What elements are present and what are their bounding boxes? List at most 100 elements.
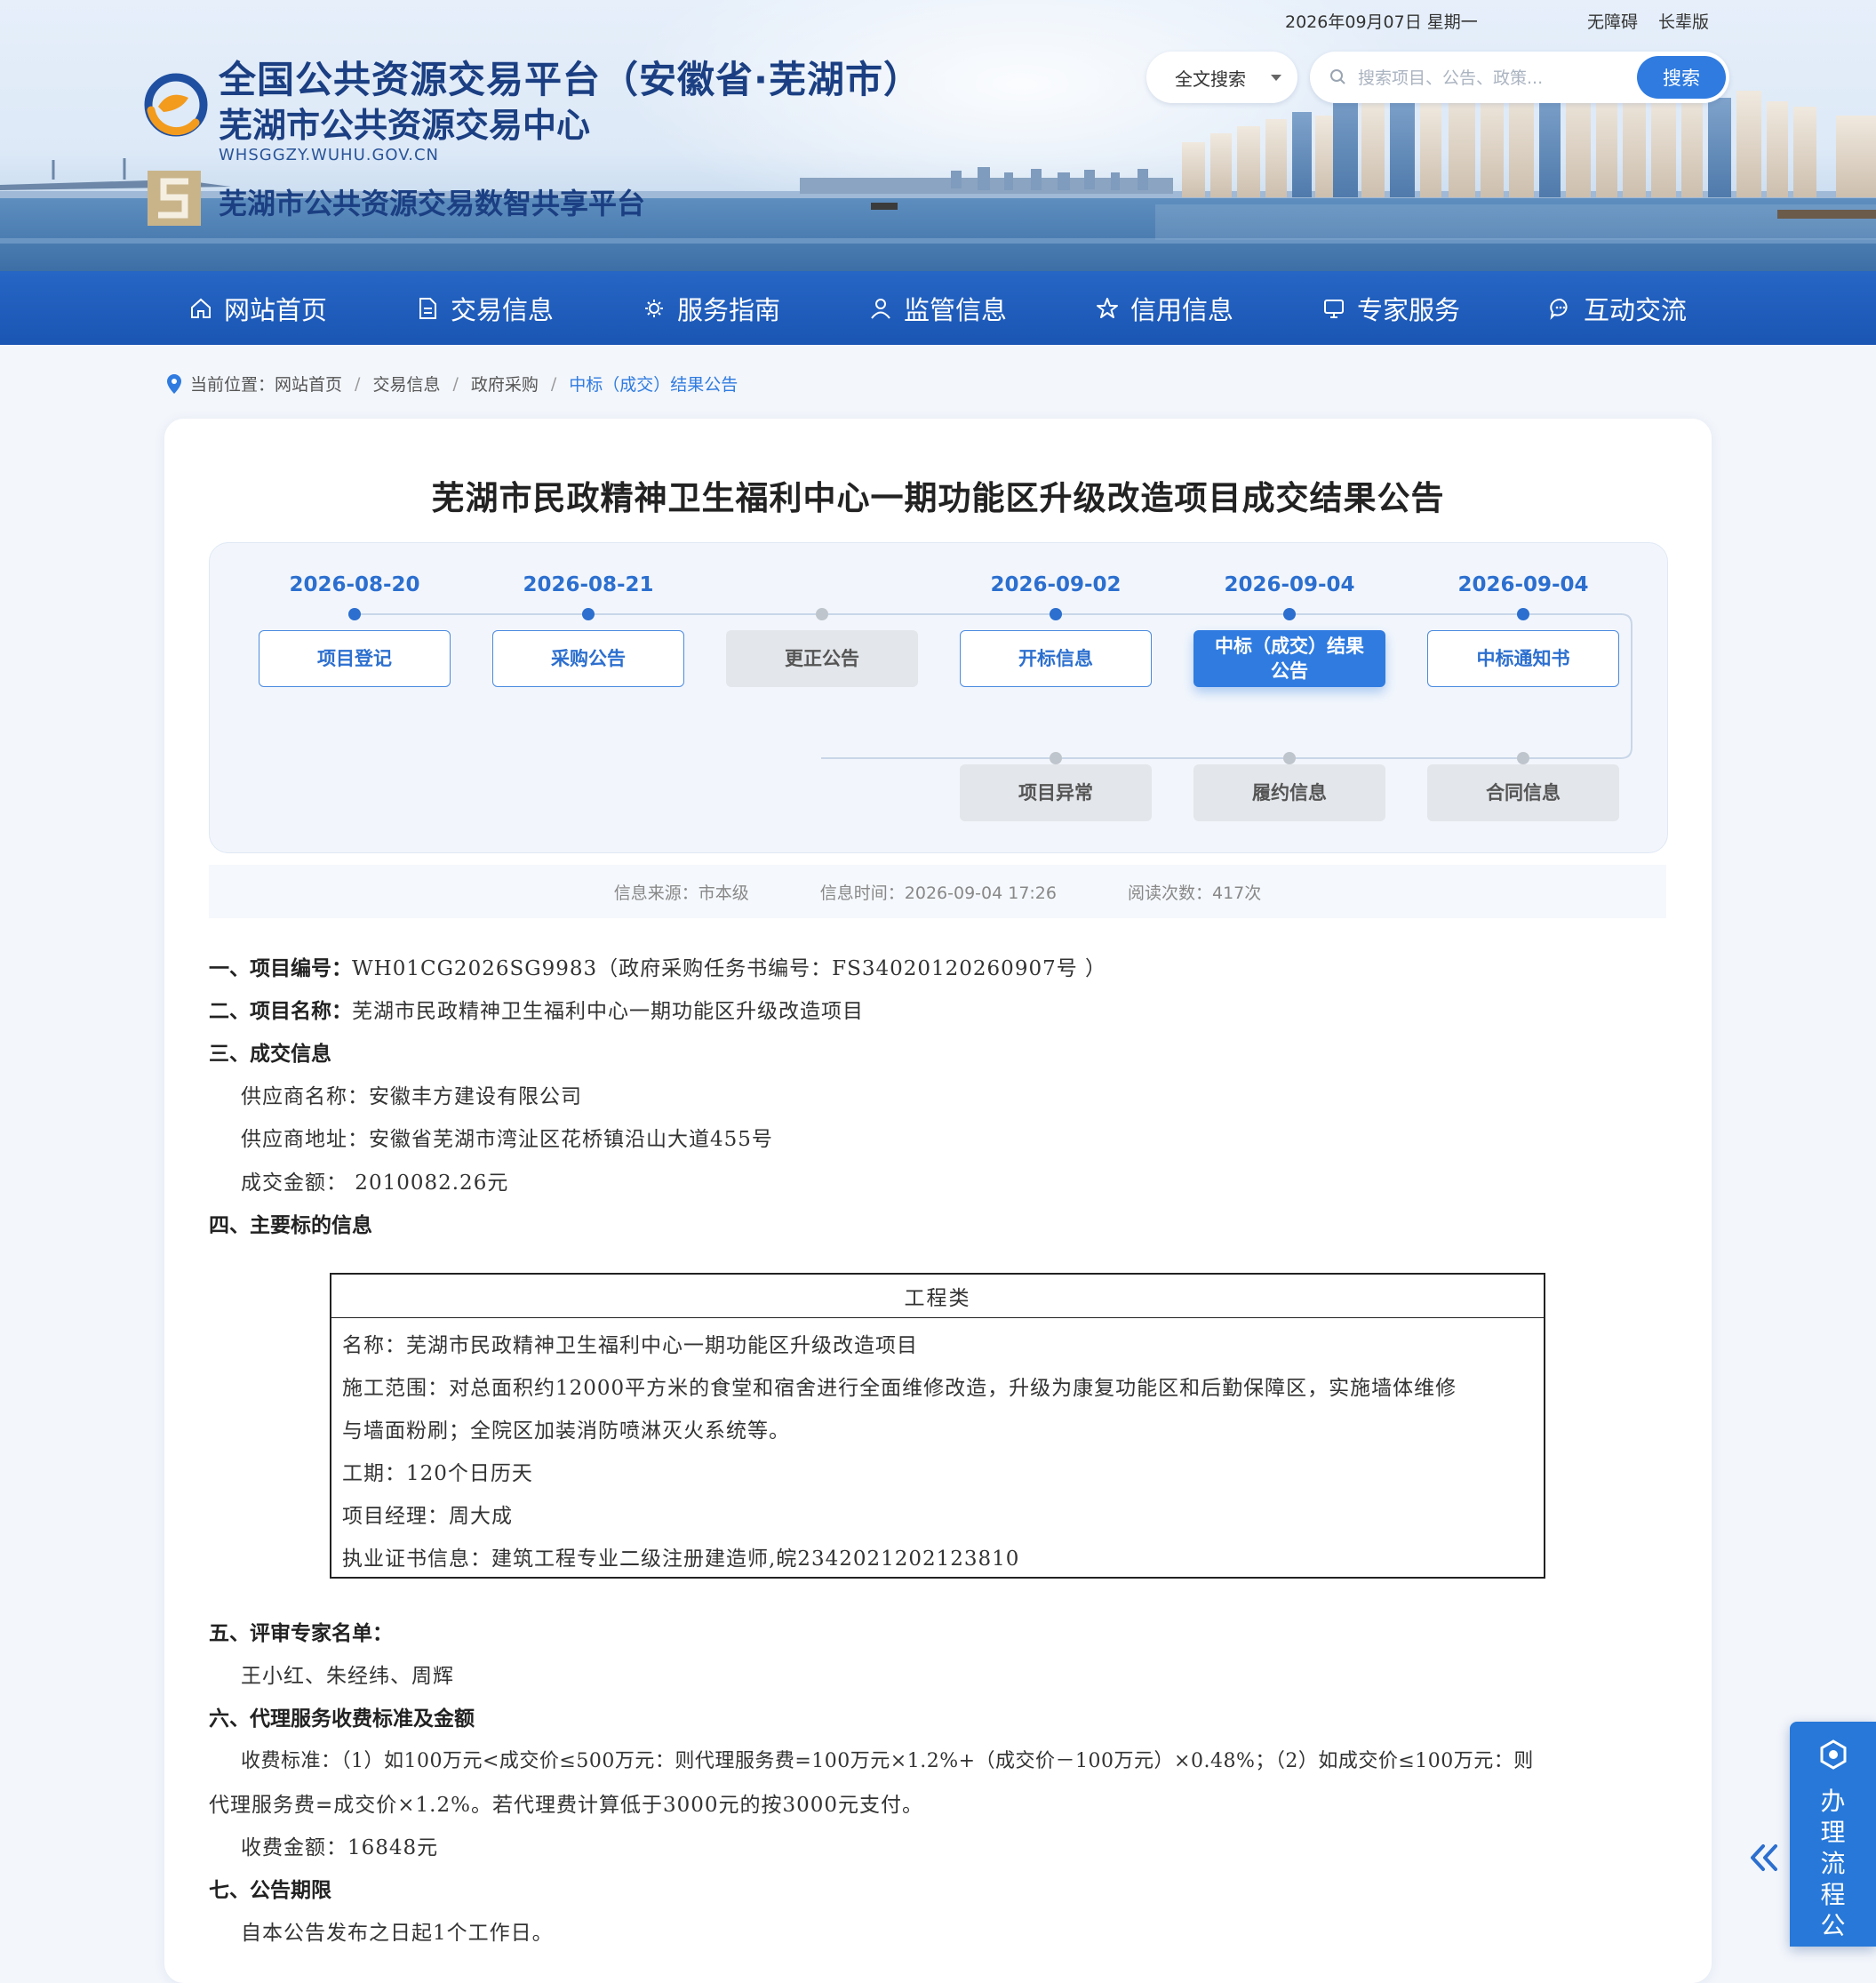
step-bid-opening[interactable]: 开标信息 xyxy=(960,630,1152,687)
step-procurement-notice[interactable]: 采购公告 xyxy=(492,630,684,687)
step-correction-notice[interactable]: 更正公告 xyxy=(726,630,918,687)
nav-item-supervision[interactable]: 监管信息 xyxy=(868,271,1007,345)
site-title-primary: 全国公共资源交易平台（安徽省·芜湖市） xyxy=(219,58,922,101)
breadcrumb-separator: / xyxy=(550,373,557,394)
section-heading-experts: 五、评审专家名单： xyxy=(209,1622,393,1645)
nav-item-interaction[interactable]: 互动交流 xyxy=(1548,271,1687,345)
step-contract-info[interactable]: 合同信息 xyxy=(1427,764,1619,821)
fee-amount: 收费金额：16848元 xyxy=(241,1836,439,1859)
monitor-icon xyxy=(1324,299,1344,318)
nav-item-label: 信用信息 xyxy=(1130,294,1234,325)
platform-logo-icon xyxy=(144,73,208,137)
location-pin-icon xyxy=(167,373,181,394)
nav-item-label: 交易信息 xyxy=(451,294,555,325)
article-meta: 信息来源：市本级 信息时间：2026-09-04 17:26 阅读次数：417次 xyxy=(209,865,1666,918)
site-header: 2026年09月07日 星期一 无障碍 长辈版 全国公共资源交易平台（安徽省·芜… xyxy=(0,0,1876,271)
deal-amount: 成交金额： 2010082.26元 xyxy=(241,1171,509,1195)
process-guide-text: 办理流程公 xyxy=(1820,1787,1846,1940)
step-project-registration[interactable]: 项目登记 xyxy=(259,630,451,687)
home-icon xyxy=(191,298,211,318)
search-button[interactable]: 搜索 xyxy=(1637,56,1726,99)
current-date: 2026年09月07日 星期一 xyxy=(1285,12,1478,32)
nav-item-label: 互动交流 xyxy=(1584,294,1688,325)
step-dot xyxy=(1050,608,1062,620)
breadcrumb-home[interactable]: 网站首页 xyxy=(275,372,342,396)
chevron-down-icon xyxy=(1271,75,1281,81)
step-dot xyxy=(348,608,361,620)
document-icon xyxy=(419,297,436,319)
search-scope-label: 全文搜索 xyxy=(1175,68,1246,90)
step-award-letter[interactable]: 中标通知书 xyxy=(1427,630,1619,687)
step-date: 2026-09-04 xyxy=(1224,573,1355,596)
meta-views: 阅读次数：417次 xyxy=(1127,883,1262,903)
accessibility-link[interactable]: 无障碍 xyxy=(1587,9,1638,33)
elderly-mode-link[interactable]: 长辈版 xyxy=(1658,9,1709,33)
process-guide-widget[interactable]: 办理流程公 xyxy=(1790,1722,1876,1947)
step-date: 2026-09-04 xyxy=(1457,573,1589,596)
section-project-name: 二、项目名称：芜湖市民政精神卫生福利中心一期功能区升级改造项目 xyxy=(209,994,864,1024)
nav-item-service-guide[interactable]: 服务指南 xyxy=(642,271,780,345)
process-timeline: 2026-08-20 2026-08-21 2026-09-02 2026-09… xyxy=(209,542,1668,853)
project-number-value: WH01CG2026SG9983（政府采购任务书编号：FS34020120260… xyxy=(352,957,1107,980)
breadcrumb-trade-info[interactable]: 交易信息 xyxy=(372,372,440,396)
table-row-scope-cont: 与墙面粉刷；全院区加装消防喷淋灭火系统等。 xyxy=(342,1419,790,1443)
breadcrumb-gov-procurement[interactable]: 政府采购 xyxy=(471,372,539,396)
nav-item-label: 监管信息 xyxy=(904,294,1008,325)
step-date: 2026-09-02 xyxy=(990,573,1122,596)
step-dot xyxy=(1283,608,1296,620)
search-scope-select[interactable]: 全文搜索 xyxy=(1146,52,1297,103)
main-nav: 网站首页 交易信息 服务指南 监管信息 信用信息 专家服务 互动交流 xyxy=(0,271,1876,345)
nav-item-expert-service[interactable]: 专家服务 xyxy=(1321,271,1460,345)
section-project-number: 一、项目编号：WH01CG2026SG9983（政府采购任务书编号：FS3402… xyxy=(209,951,1106,981)
section-heading-deal-info: 三、成交信息 xyxy=(209,1043,331,1066)
double-chevron-left-icon[interactable] xyxy=(1747,1843,1781,1873)
chat-icon xyxy=(1550,298,1568,320)
data-platform-logo-icon xyxy=(148,171,201,226)
search-input[interactable] xyxy=(1356,62,1609,94)
section-label: 二、项目名称： xyxy=(209,1000,352,1023)
fee-standard-cont: 代理服务费=成交价×1.2%。若代理费计算低于3000元的按3000元支付。 xyxy=(209,1794,924,1817)
step-date: 2026-08-20 xyxy=(289,573,420,596)
nav-item-label: 专家服务 xyxy=(1357,294,1461,325)
breadcrumb-prefix: 当前位置： xyxy=(190,375,275,395)
meta-source: 信息来源：市本级 xyxy=(613,883,749,903)
table-row-certificate: 执业证书信息：建筑工程专业二级注册建造师,皖2342021202123810 xyxy=(342,1547,1020,1571)
step-dot xyxy=(582,608,595,620)
star-icon xyxy=(1097,297,1118,318)
section-heading-agency-fee: 六、代理服务收费标准及金额 xyxy=(209,1707,475,1731)
table-row-manager: 项目经理：周大成 xyxy=(342,1505,513,1528)
branch-dot xyxy=(1050,752,1062,764)
search-bar: 搜索 xyxy=(1310,52,1729,103)
step-date: 2026-08-21 xyxy=(523,573,654,596)
step-performance-info[interactable]: 履约信息 xyxy=(1193,764,1385,821)
section-heading-main-items: 四、主要标的信息 xyxy=(209,1214,372,1237)
branch-dot xyxy=(1283,752,1296,764)
hexagon-flow-icon xyxy=(1820,1739,1847,1770)
fee-standard: 收费标准：（1）如100万元<成交价≤500万元：则代理服务费=100万元×1.… xyxy=(241,1750,1534,1772)
step-dot xyxy=(1517,608,1529,620)
nav-item-label: 服务指南 xyxy=(677,294,781,325)
breadcrumb-current[interactable]: 中标（成交）结果公告 xyxy=(569,372,738,396)
project-name-value: 芜湖市民政精神卫生福利中心一期功能区升级改造项目 xyxy=(352,1000,864,1023)
section-heading-notice-period: 七、公告期限 xyxy=(209,1879,331,1902)
supplier-address: 供应商地址：安徽省芜湖市湾沚区花桥镇沿山大道455号 xyxy=(241,1128,773,1151)
meta-time: 信息时间：2026-09-04 17:26 xyxy=(819,883,1057,903)
breadcrumb-separator: / xyxy=(355,373,361,394)
section-label: 一、项目编号： xyxy=(209,957,352,980)
table-row-duration: 工期：120个日历天 xyxy=(342,1462,533,1485)
table-header: 工程类 xyxy=(331,1275,1544,1318)
notice-period: 自本公告发布之日起1个工作日。 xyxy=(241,1922,554,1945)
nav-item-credit[interactable]: 信用信息 xyxy=(1095,271,1233,345)
step-dot xyxy=(816,608,828,620)
table-row-scope: 施工范围：对总面积约12000平方米的食堂和宿舍进行全面维修改造，升级为康复功能… xyxy=(342,1377,1457,1400)
site-domain: WHSGGZY.WUHU.GOV.CN xyxy=(219,146,440,164)
site-title-secondary: 芜湖市公共资源交易中心 xyxy=(219,106,591,145)
nav-item-label: 网站首页 xyxy=(224,294,328,325)
nav-item-trade-info[interactable]: 交易信息 xyxy=(415,271,554,345)
main-items-table: 工程类 名称：芜湖市民政精神卫生福利中心一期功能区升级改造项目 施工范围：对总面… xyxy=(330,1273,1545,1579)
step-award-result-notice[interactable]: 中标（成交）结果公告 xyxy=(1193,630,1385,687)
page-title: 芜湖市民政精神卫生福利中心一期功能区升级改造项目成交结果公告 xyxy=(431,479,1445,517)
step-project-exception[interactable]: 项目异常 xyxy=(960,764,1152,821)
nav-item-home[interactable]: 网站首页 xyxy=(188,271,327,345)
table-row-name: 名称：芜湖市民政精神卫生福利中心一期功能区升级改造项目 xyxy=(342,1334,918,1357)
